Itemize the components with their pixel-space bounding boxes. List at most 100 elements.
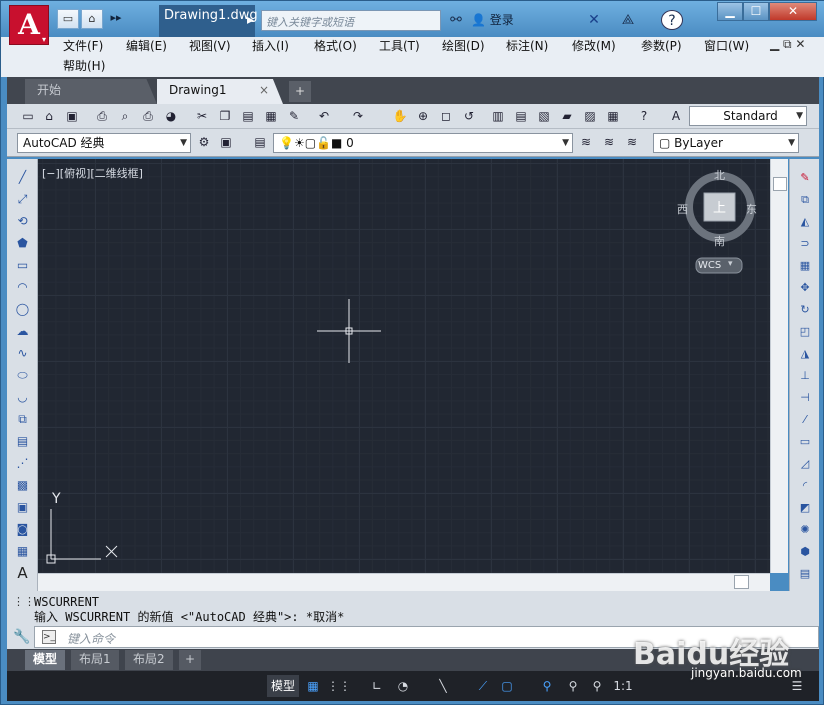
stretch-icon[interactable]: ◮	[796, 345, 814, 362]
binoculars-icon[interactable]: ⚯	[446, 10, 466, 30]
object-snap-icon[interactable]: ▢	[497, 675, 517, 697]
multiline-text-icon[interactable]: A	[13, 565, 32, 582]
erase-icon[interactable]: ✎	[796, 169, 814, 186]
line-icon[interactable]: ╱	[13, 169, 32, 186]
zoom-realtime-icon[interactable]: ⊕	[414, 108, 432, 125]
polar-icon[interactable]: ◔	[393, 675, 413, 697]
sheet-set-icon[interactable]: ▰	[558, 108, 576, 125]
tab-drawing1[interactable]: Drawing1 ×	[157, 79, 283, 104]
plot-icon[interactable]: ⎙	[93, 108, 111, 125]
blend-icon[interactable]: ◩	[796, 499, 814, 516]
array-icon[interactable]: ▦	[796, 257, 814, 274]
gradient-icon[interactable]: ▣	[13, 499, 32, 516]
search-input[interactable]: 键入关键字或短语	[261, 10, 441, 31]
match-icon[interactable]: ✎	[285, 108, 303, 125]
design-center-icon[interactable]: ▤	[512, 108, 530, 125]
layer-manager-icon[interactable]: ▤	[251, 134, 269, 151]
open-icon[interactable]: ⌂	[81, 9, 103, 29]
spline-icon[interactable]: ∿	[13, 345, 32, 362]
tab-layout1[interactable]: 布局1	[71, 650, 119, 670]
circle-icon[interactable]: ◯	[13, 301, 32, 318]
open-icon[interactable]: ⌂	[40, 108, 58, 125]
markup-icon[interactable]: ▨	[581, 108, 599, 125]
edit-poly-icon[interactable]: ⬢	[796, 543, 814, 560]
tab-model[interactable]: 模型	[25, 650, 66, 670]
zoom-window-icon[interactable]: ◻	[437, 108, 455, 125]
command-prompt-icon[interactable]: >_	[42, 630, 56, 644]
redo-icon[interactable]: ↷	[349, 108, 367, 125]
mirror-icon[interactable]: ◭	[796, 213, 814, 230]
ellipse-icon[interactable]: ⬭	[13, 367, 32, 384]
viewcube[interactable]	[685, 172, 755, 274]
annotation-scale[interactable]: 1:1	[611, 675, 635, 697]
exchange-icon[interactable]: ✕	[583, 10, 605, 30]
help-icon[interactable]: ?	[661, 10, 683, 30]
calculator-icon[interactable]: ▦	[604, 108, 622, 125]
viewcube-face-top[interactable]: 上	[713, 197, 726, 216]
table-icon[interactable]: ▦	[13, 543, 32, 560]
copy-object-icon[interactable]: ⧉	[796, 191, 814, 208]
wrench-icon[interactable]: 🔧	[13, 629, 30, 645]
polyline-icon[interactable]: ⟲	[13, 213, 32, 230]
menu-edit[interactable]: 编辑(E)	[126, 37, 167, 54]
menu-dimension[interactable]: 标注(N)	[506, 37, 548, 54]
arc-icon[interactable]: ◠	[13, 279, 32, 296]
undo-icon[interactable]: ↶	[315, 108, 333, 125]
block-icon[interactable]: ▦	[262, 108, 280, 125]
construction-line-icon[interactable]: ⤢	[13, 191, 32, 208]
point-icon[interactable]: ⋰	[13, 455, 32, 472]
rectangle-icon[interactable]: ▭	[13, 257, 32, 274]
zoom-previous-icon[interactable]: ↺	[460, 108, 478, 125]
new-icon[interactable]: ▭	[57, 9, 79, 29]
vertical-scrollbar[interactable]	[770, 159, 788, 573]
annotation-monitor-icon[interactable]: ⚲	[587, 675, 607, 697]
a360-icon[interactable]: ⟁	[617, 10, 639, 30]
fillet-icon[interactable]: ◜	[796, 477, 814, 494]
help-icon[interactable]: ?	[635, 108, 653, 125]
menu-format[interactable]: 格式(O)	[314, 37, 357, 54]
expand-icon[interactable]: ▸	[247, 10, 254, 30]
explode-icon[interactable]: ✺	[796, 521, 814, 538]
layer-previous-icon[interactable]: ≋	[600, 134, 618, 151]
chamfer-icon[interactable]: ◿	[796, 455, 814, 472]
tool-palettes-icon[interactable]: ▧	[535, 108, 553, 125]
pan-icon[interactable]: ✋	[391, 108, 409, 125]
viewport-controls[interactable]: [−][俯视][二维线框]	[42, 165, 143, 181]
tab-start[interactable]: 开始	[25, 79, 157, 104]
render-icon[interactable]: ◕	[162, 108, 180, 125]
menu-help[interactable]: 帮助(H)	[63, 57, 105, 74]
text-style-icon[interactable]: A	[667, 108, 685, 125]
publish-icon[interactable]: ⎙	[139, 108, 157, 125]
cut-icon[interactable]: ✂	[193, 108, 211, 125]
menu-insert[interactable]: 插入(I)	[252, 37, 289, 54]
horizontal-scrollbar[interactable]	[38, 573, 770, 591]
rotate-icon[interactable]: ↻	[796, 301, 814, 318]
scroll-thumb[interactable]	[773, 177, 787, 191]
offset-icon[interactable]: ⊃	[796, 235, 814, 252]
more-icon[interactable]: ▸▸	[105, 9, 127, 29]
new-icon[interactable]: ▭	[19, 108, 37, 125]
menu-modify[interactable]: 修改(M)	[572, 37, 616, 54]
polygon-icon[interactable]: ⬟	[13, 235, 32, 252]
grip-icon[interactable]: ⋮⋮	[13, 595, 35, 613]
layer-state-icon[interactable]: ≋	[623, 134, 641, 151]
menu-tools[interactable]: 工具(T)	[379, 37, 420, 54]
maximize-button[interactable]: ☐	[743, 2, 769, 21]
menu-draw[interactable]: 绘图(D)	[442, 37, 485, 54]
isodraft-icon[interactable]: ⟋	[473, 675, 493, 697]
workspace-select[interactable]: AutoCAD 经典 ▼	[17, 133, 191, 153]
new-tab-button[interactable]: +	[289, 81, 311, 102]
properties-icon[interactable]: ▥	[489, 108, 507, 125]
gear-icon[interactable]: ⚙	[195, 134, 213, 151]
workspace-icon[interactable]: ▣	[217, 134, 235, 151]
menu-parametric[interactable]: 参数(P)	[641, 37, 682, 54]
drawing-canvas[interactable]: 北 南 西 东 上 WCS ▾ Y X	[38, 159, 770, 573]
break-icon[interactable]: ⁄	[796, 411, 814, 428]
make-block-icon[interactable]: ▤	[13, 433, 32, 450]
save-icon[interactable]: ▣	[63, 108, 81, 125]
make-current-icon[interactable]: ≋	[577, 134, 595, 151]
tab-layout2[interactable]: 布局2	[125, 650, 173, 670]
region-icon[interactable]: ◙	[13, 521, 32, 538]
menu-view[interactable]: 视图(V)	[189, 37, 231, 54]
layer-select[interactable]: 💡☀▢🔓■ 0 ▼	[273, 133, 573, 153]
